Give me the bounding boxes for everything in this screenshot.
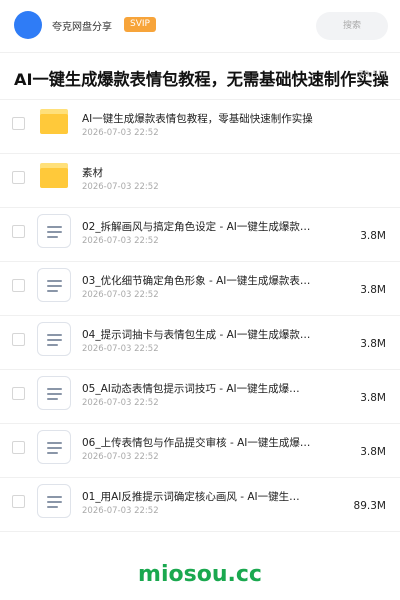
row-checkbox[interactable] [12,279,25,292]
folder-icon [40,163,68,188]
share-owner-name: 夸克网盘分享 [52,22,112,33]
file-row[interactable]: 素材 2026-07-03 22:52 [0,154,400,208]
file-row[interactable]: 05_AI动态表情包提示词技巧 - AI一键生成爆… 2026-07-03 22… [0,370,400,424]
file-date: 2026-07-03 22:52 [82,128,159,138]
file-name: 03_优化细节确定角色形象 - AI一键生成爆款表… [82,275,311,287]
file-row[interactable]: 03_优化细节确定角色形象 - AI一键生成爆款表… 2026-07-03 22… [0,262,400,316]
file-date: 2026-07-03 22:52 [82,290,159,300]
file-row[interactable]: 01_用AI反推提示词确定核心画风 - AI一键生… 2026-07-03 22… [0,478,400,532]
document-icon [37,430,71,464]
file-date: 2026-07-03 22:52 [82,452,159,462]
row-checkbox[interactable] [12,225,25,238]
file-size: 3.8M [360,392,386,404]
row-checkbox[interactable] [12,387,25,400]
file-name: 02_拆解画风与搞定角色设定 - AI一键生成爆款… [82,221,311,233]
file-name: 05_AI动态表情包提示词技巧 - AI一键生成爆… [82,383,300,395]
avatar[interactable] [14,11,42,39]
file-row[interactable]: 02_拆解画风与搞定角色设定 - AI一键生成爆款… 2026-07-03 22… [0,208,400,262]
share-header: 夸克网盘分享 SVIP 搜索 [0,0,400,52]
file-date: 2026-07-03 22:52 [82,236,159,246]
file-row[interactable]: AI一键生成爆款表情包教程，零基础快速制作实操 2026-07-03 22:52 [0,100,400,154]
document-icon [37,484,71,518]
row-checkbox[interactable] [12,333,25,346]
title-bar: AI一键生成爆款表情包教程，无需基础快速制作实操 79.5M [0,52,400,100]
folder-icon [40,109,68,134]
file-date: 2026-07-03 22:52 [82,182,159,192]
file-row[interactable]: 04_提示词抽卡与表情包生成 - AI一键生成爆款… 2026-07-03 22… [0,316,400,370]
file-size: 3.8M [360,284,386,296]
file-date: 2026-07-03 22:52 [82,344,159,354]
search-button[interactable]: 搜索 [316,12,388,40]
document-icon [37,214,71,248]
file-name: 04_提示词抽卡与表情包生成 - AI一键生成爆款… [82,329,311,341]
row-checkbox[interactable] [12,495,25,508]
page-title: AI一键生成爆款表情包教程，无需基础快速制作实操 [14,70,389,89]
file-row[interactable]: 06_上传表情包与作品提交审核 - AI一键生成爆… 2026-07-03 22… [0,424,400,478]
file-date: 2026-07-03 22:52 [82,506,159,516]
file-name: AI一键生成爆款表情包教程，零基础快速制作实操 [82,113,313,125]
row-checkbox[interactable] [12,441,25,454]
file-name: 01_用AI反推提示词确定核心画风 - AI一键生… [82,491,300,503]
document-icon [37,322,71,356]
watermark: miosou.cc [138,562,262,587]
file-date: 2026-07-03 22:52 [82,398,159,408]
row-checkbox[interactable] [12,117,25,130]
file-size: 3.8M [360,338,386,350]
file-list: AI一键生成爆款表情包教程，零基础快速制作实操 2026-07-03 22:52… [0,100,400,532]
document-icon [37,268,71,302]
row-checkbox[interactable] [12,171,25,184]
file-name: 06_上传表情包与作品提交审核 - AI一键生成爆… [82,437,311,449]
file-name: 素材 [82,167,103,179]
file-size: 3.8M [360,230,386,242]
document-icon [37,376,71,410]
file-size: 3.8M [360,446,386,458]
total-size: 79.5M [358,70,386,80]
svip-badge: SVIP [124,17,156,32]
file-size: 89.3M [353,500,386,512]
